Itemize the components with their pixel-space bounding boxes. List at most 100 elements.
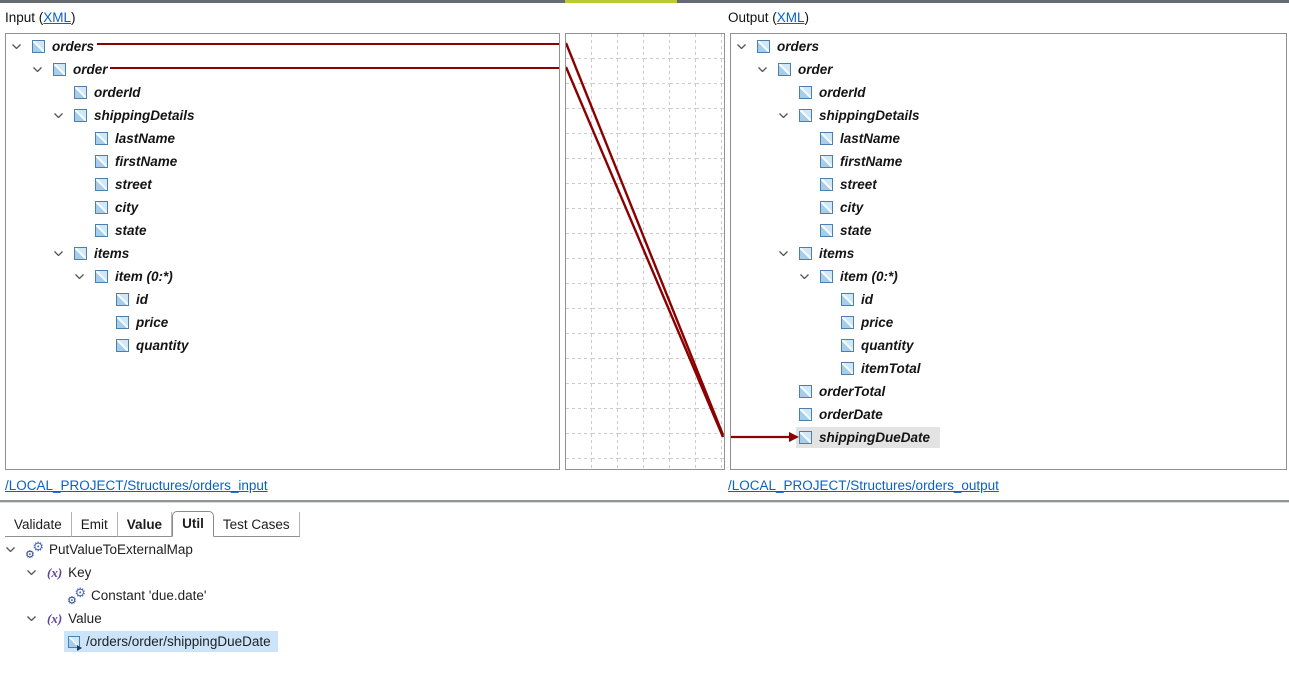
- xml-element-icon: [778, 63, 791, 76]
- input-node-orderid[interactable]: orderId: [6, 81, 559, 104]
- xml-element-icon: [820, 270, 833, 283]
- util-node-value[interactable]: (x) Value: [0, 607, 600, 630]
- input-node-price[interactable]: price: [6, 311, 559, 334]
- input-xml-link[interactable]: XML: [43, 10, 71, 25]
- output-node-lastname[interactable]: lastName: [731, 127, 1286, 150]
- output-node-itemtotal[interactable]: itemTotal: [731, 357, 1286, 380]
- mapping-line-order[interactable]: [110, 67, 559, 69]
- output-node-shippingdetails[interactable]: shippingDetails: [731, 104, 1286, 127]
- node-label: quantity: [136, 338, 189, 353]
- util-function-tree: ⚙⚙ PutValueToExternalMap (x) Key ⚙⚙ Cons…: [0, 538, 600, 653]
- input-node-street[interactable]: street: [6, 173, 559, 196]
- node-label: order: [798, 62, 833, 77]
- input-node-quantity[interactable]: quantity: [6, 334, 559, 357]
- input-node-city[interactable]: city: [6, 196, 559, 219]
- chevron-down-icon[interactable]: [779, 251, 799, 256]
- input-node-orders[interactable]: orders: [6, 35, 559, 58]
- chevron-down-icon[interactable]: [27, 570, 47, 575]
- node-label: shippingDueDate: [819, 430, 930, 445]
- input-header-text: Input (: [5, 10, 43, 25]
- node-label: city: [840, 200, 863, 215]
- chevron-down-icon[interactable]: [54, 251, 74, 256]
- output-node-item[interactable]: item (0:*): [731, 265, 1286, 288]
- tab-emit[interactable]: Emit: [72, 512, 118, 537]
- node-label: orderTotal: [819, 384, 885, 399]
- node-label: items: [819, 246, 854, 261]
- node-label: street: [115, 177, 152, 192]
- output-xml-link[interactable]: XML: [777, 10, 805, 25]
- mapping-line-orders[interactable]: [97, 43, 559, 45]
- xml-element-icon: [799, 385, 812, 398]
- output-node-firstname[interactable]: firstName: [731, 150, 1286, 173]
- input-node-shippingdetails[interactable]: shippingDetails: [6, 104, 559, 127]
- xml-element-icon: [95, 270, 108, 283]
- selected-value-highlight: /orders/order/shippingDueDate: [64, 631, 278, 652]
- util-node-xpath-value[interactable]: /orders/order/shippingDueDate: [0, 630, 600, 653]
- gear-large-icon: ⚙: [32, 540, 44, 553]
- output-node-quantity[interactable]: quantity: [731, 334, 1286, 357]
- selected-node-highlight: shippingDueDate: [796, 427, 940, 448]
- chevron-down-icon[interactable]: [737, 44, 757, 49]
- xml-element-icon: [799, 109, 812, 122]
- chevron-down-icon[interactable]: [800, 274, 820, 279]
- tab-test-cases[interactable]: Test Cases: [214, 512, 300, 537]
- output-node-shippingduedate[interactable]: shippingDueDate: [731, 426, 1286, 449]
- output-node-orders[interactable]: orders: [731, 35, 1286, 58]
- xml-element-icon: [820, 178, 833, 191]
- mapping-arrow[interactable]: [731, 430, 801, 444]
- output-node-state[interactable]: state: [731, 219, 1286, 242]
- input-node-state[interactable]: state: [6, 219, 559, 242]
- arrowhead-icon: [789, 432, 799, 442]
- chevron-down-icon[interactable]: [779, 113, 799, 118]
- chevron-down-icon[interactable]: [54, 113, 74, 118]
- node-label: lastName: [115, 131, 175, 146]
- output-node-city[interactable]: city: [731, 196, 1286, 219]
- node-label: orderDate: [819, 407, 883, 422]
- tab-util[interactable]: Util: [172, 511, 214, 537]
- tab-validate[interactable]: Validate: [5, 512, 72, 537]
- node-label: price: [861, 315, 893, 330]
- node-label: quantity: [861, 338, 914, 353]
- node-label: firstName: [840, 154, 902, 169]
- output-node-street[interactable]: street: [731, 173, 1286, 196]
- top-accent-highlight: [565, 0, 677, 3]
- input-node-firstname[interactable]: firstName: [6, 150, 559, 173]
- node-label: Constant 'due.date': [91, 588, 207, 603]
- output-node-orderdate[interactable]: orderDate: [731, 403, 1286, 426]
- xml-element-icon: [95, 155, 108, 168]
- util-node-putvaluetoexternalmap[interactable]: ⚙⚙ PutValueToExternalMap: [0, 538, 600, 561]
- input-node-id[interactable]: id: [6, 288, 559, 311]
- chevron-down-icon[interactable]: [6, 547, 26, 552]
- xml-element-icon: [116, 293, 129, 306]
- util-node-key[interactable]: (x) Key: [0, 561, 600, 584]
- xml-mapping-editor: Input (XML) Output (XML) orders order or…: [0, 0, 1289, 674]
- chevron-down-icon[interactable]: [27, 616, 47, 621]
- tab-value[interactable]: Value: [118, 512, 172, 537]
- chevron-down-icon[interactable]: [758, 67, 778, 72]
- gear-large-icon: ⚙: [74, 586, 86, 599]
- xml-element-icon: [116, 316, 129, 329]
- function-parameter-icon: (x): [47, 611, 62, 627]
- output-node-order[interactable]: order: [731, 58, 1286, 81]
- node-label: street: [840, 177, 877, 192]
- mapping-canvas[interactable]: [565, 33, 725, 470]
- chevron-down-icon[interactable]: [75, 274, 95, 279]
- input-node-lastname[interactable]: lastName: [6, 127, 559, 150]
- input-structure-link[interactable]: /LOCAL_PROJECT/Structures/orders_input: [5, 478, 268, 493]
- output-node-orderid[interactable]: orderId: [731, 81, 1286, 104]
- input-node-item[interactable]: item (0:*): [6, 265, 559, 288]
- chevron-down-icon[interactable]: [33, 67, 53, 72]
- element-reference-icon: [68, 636, 80, 648]
- output-node-ordertotal[interactable]: orderTotal: [731, 380, 1286, 403]
- output-node-id[interactable]: id: [731, 288, 1286, 311]
- output-structure-link[interactable]: /LOCAL_PROJECT/Structures/orders_output: [728, 478, 999, 493]
- node-label: shippingDetails: [94, 108, 195, 123]
- output-node-items[interactable]: items: [731, 242, 1286, 265]
- gears-icon: ⚙⚙: [68, 587, 86, 604]
- chevron-down-icon[interactable]: [12, 44, 32, 49]
- input-node-items[interactable]: items: [6, 242, 559, 265]
- input-node-order[interactable]: order: [6, 58, 559, 81]
- output-node-price[interactable]: price: [731, 311, 1286, 334]
- util-node-constant[interactable]: ⚙⚙ Constant 'due.date': [0, 584, 600, 607]
- node-label: lastName: [840, 131, 900, 146]
